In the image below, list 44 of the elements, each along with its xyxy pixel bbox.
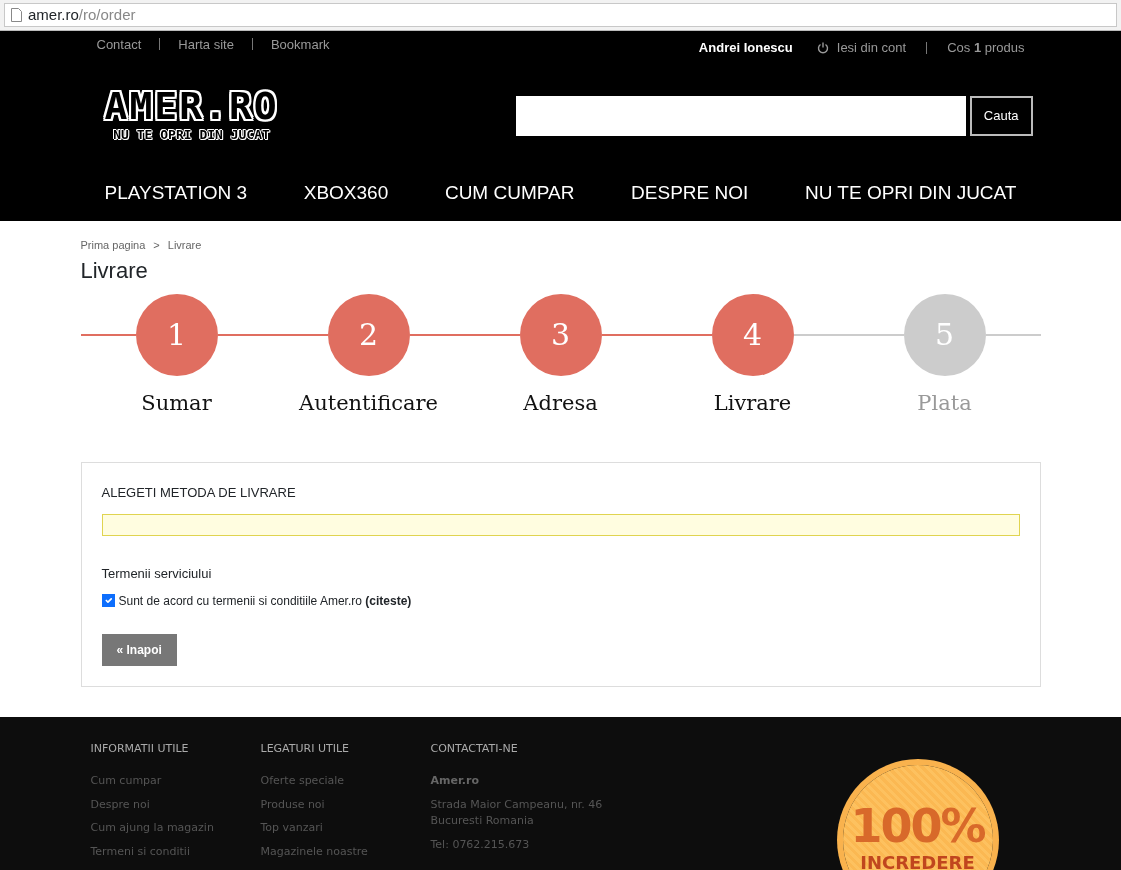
step-label: Plata xyxy=(917,389,972,417)
cart-link[interactable]: Cos 1 produs xyxy=(947,38,1025,58)
top-link[interactable]: Bookmark xyxy=(270,35,330,61)
back-button[interactable]: « Inapoi xyxy=(101,633,177,666)
search-button[interactable]: Cauta xyxy=(969,96,1033,136)
nav-link[interactable]: XBOX360 xyxy=(303,179,389,208)
badge-text: INCREDERE xyxy=(860,851,975,870)
section-heading: Termenii serviciului xyxy=(101,565,213,584)
nav-link[interactable]: NU TE OPRI DIN JUCAT xyxy=(805,179,1017,208)
step-circle: 1 xyxy=(135,293,218,376)
page-title: Livrare xyxy=(80,257,149,284)
logo-title: AMER.RO xyxy=(104,87,279,126)
address-text: Strada Maior Campeanu, nr. 46 Bucuresti Romania xyxy=(430,796,604,830)
terms-checkbox[interactable] xyxy=(101,594,115,608)
step-label: Sumar xyxy=(141,389,212,417)
phone-text: Tel: 0762.215.673 xyxy=(430,836,531,853)
nav-link[interactable]: DESPRE NOI xyxy=(631,179,749,208)
logo-tagline: NU TE OPRI DIN JUCAT xyxy=(112,126,272,145)
step-label: Autentificare xyxy=(299,389,438,417)
user-name: Andrei Ionescu xyxy=(698,39,793,58)
page-icon xyxy=(11,8,22,22)
power-icon xyxy=(816,42,829,54)
logout-link[interactable]: Iesi din cont xyxy=(836,38,907,58)
company-name: Amer.ro xyxy=(430,773,480,790)
step-circle: 4 xyxy=(711,293,794,376)
step-label: Livrare xyxy=(713,389,792,417)
nav-link[interactable]: CUM CUMPAR xyxy=(444,179,575,208)
breadcrumb-link[interactable]: Livrare xyxy=(167,237,202,254)
step-circle: 3 xyxy=(519,293,602,376)
footer-heading: INFORMATII UTILE xyxy=(90,740,190,757)
breadcrumb-separator: > xyxy=(153,238,160,253)
step-label: Adresa xyxy=(523,389,598,417)
section-heading: ALEGETI METODA DE LIVRARE xyxy=(101,483,297,502)
terms-label: Sunt de acord cu termenii si conditiile Amer.ro (citeste) xyxy=(118,592,412,610)
footer-heading: LEGATURI UTILE xyxy=(260,740,351,757)
top-link[interactable]: Contact xyxy=(96,35,142,61)
step-circle: 2 xyxy=(327,293,410,376)
search-field[interactable] xyxy=(515,96,966,136)
breadcrumb-link[interactable]: Prima pagina xyxy=(80,237,146,254)
footer-heading: CONTACTATI-NE xyxy=(430,740,519,757)
badge-percent: 100% xyxy=(850,803,985,850)
nav-link[interactable]: PLAYSTATION 3 xyxy=(104,179,248,208)
address-bar[interactable]: amer.ro/ro/order xyxy=(4,3,1117,27)
top-link[interactable]: Harta site xyxy=(178,35,234,61)
